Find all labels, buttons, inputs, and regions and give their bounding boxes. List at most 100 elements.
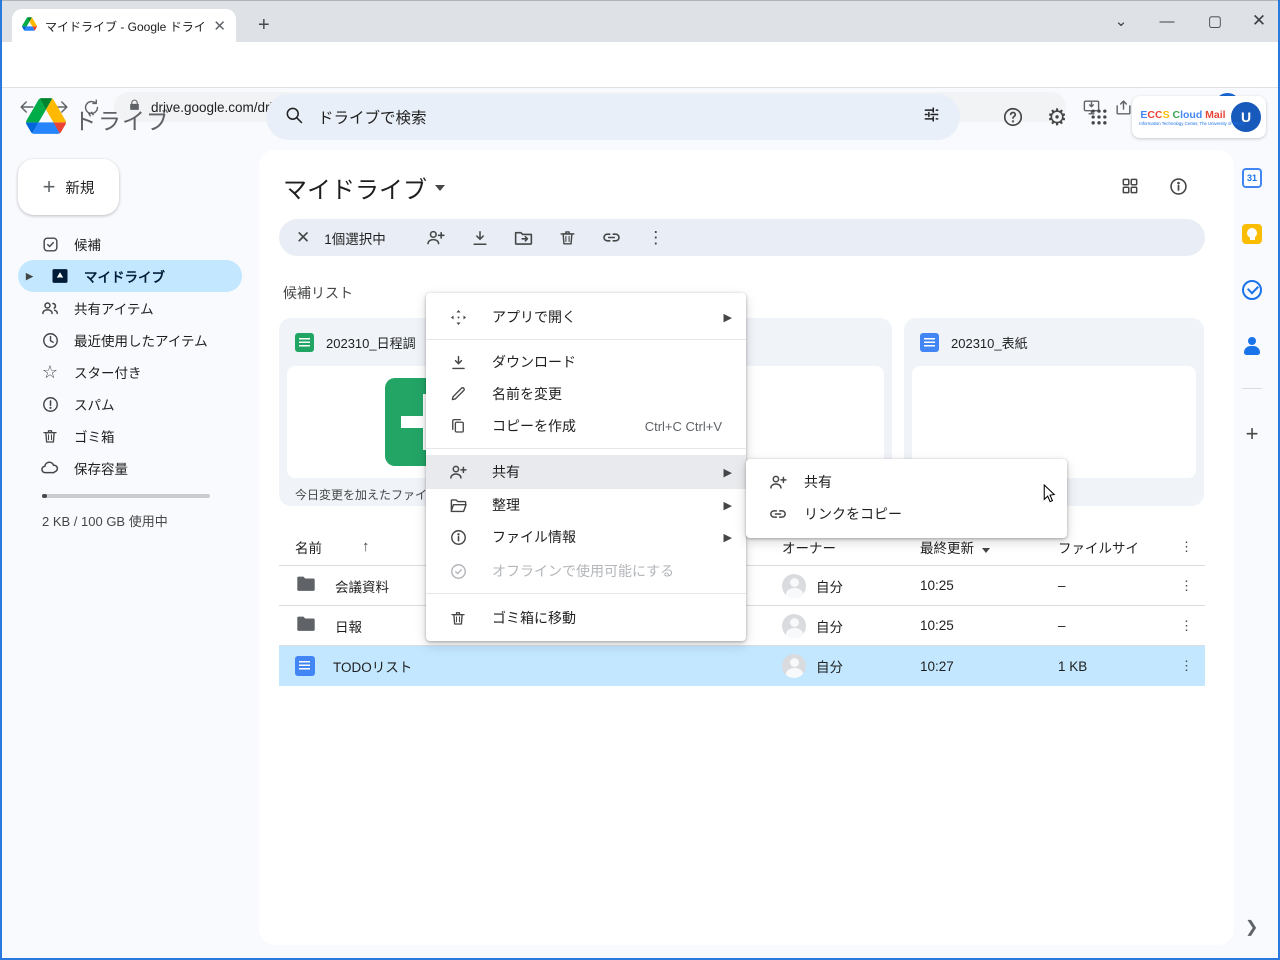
search-input[interactable]: ドライブで検索: [266, 94, 960, 140]
column-header-owner[interactable]: オーナー: [782, 537, 920, 557]
settings-gear-icon[interactable]: ⚙: [1044, 104, 1070, 130]
column-header-name[interactable]: 名前: [295, 537, 322, 557]
modified-time: 10:25: [920, 618, 1058, 633]
sidebar-item-trash[interactable]: ゴミ箱: [18, 420, 242, 452]
help-icon[interactable]: [1000, 104, 1026, 130]
menu-item-organize[interactable]: 整理 ▶: [426, 489, 746, 521]
link-icon[interactable]: [600, 226, 624, 250]
open-with-icon: [448, 308, 468, 327]
submenu-item-copy-link[interactable]: リンクをコピー: [746, 498, 1067, 530]
tab-close-icon[interactable]: ✕: [213, 17, 226, 35]
more-actions-icon[interactable]: ⋮: [644, 226, 668, 250]
suggested-heading: 候補リスト: [283, 283, 353, 303]
column-header-modified[interactable]: 最終更新: [920, 537, 1058, 557]
column-header-size[interactable]: ファイルサイ: [1058, 537, 1168, 557]
sidebar-item-storage[interactable]: 保存容量: [18, 452, 242, 484]
browser-window: マイドライブ - Google ドライブ ✕ + ⌄ — ▢ ✕ drive.g…: [0, 0, 1280, 960]
context-menu: アプリで開く ▶ ダウンロード 名前を変更 コピーを作成 Ctrl+C Ctrl…: [426, 293, 746, 641]
keep-icon[interactable]: [1240, 222, 1264, 246]
sort-descending-icon: [982, 548, 990, 553]
menu-item-rename[interactable]: 名前を変更: [426, 378, 746, 410]
trash-icon[interactable]: [556, 226, 580, 250]
browser-tab[interactable]: マイドライブ - Google ドライブ ✕: [12, 9, 236, 43]
submenu-item-share[interactable]: 共有: [746, 466, 1067, 498]
menu-item-file-info[interactable]: ファイル情報 ▶: [426, 521, 746, 553]
drive-logo-icon[interactable]: [26, 98, 66, 139]
people-icon: [40, 298, 60, 318]
mouse-cursor: [1042, 484, 1057, 509]
menu-item-download[interactable]: ダウンロード: [426, 346, 746, 378]
menu-item-make-copy[interactable]: コピーを作成 Ctrl+C Ctrl+V: [426, 410, 746, 442]
share-person-add-icon: [448, 462, 468, 482]
owner-name: 自分: [816, 576, 843, 596]
modified-time: 10:27: [920, 659, 1058, 674]
row-menu-icon[interactable]: ⋮: [1168, 578, 1205, 594]
sidebar-item-spam[interactable]: スパム: [18, 388, 242, 420]
search-options-icon[interactable]: [921, 104, 942, 130]
window-maximize-button[interactable]: ▢: [1192, 1, 1238, 41]
file-size: –: [1058, 578, 1168, 593]
sidebar-item-label: 共有アイテム: [74, 298, 154, 318]
sidebar-item-starred[interactable]: ☆ スター付き: [18, 356, 242, 388]
grid-view-toggle-icon[interactable]: [1118, 174, 1142, 198]
table-row-selected[interactable]: TODOリスト 自分 10:27 1 KB ⋮: [279, 646, 1205, 686]
file-name: TODOリスト: [333, 656, 412, 676]
add-panel-icon[interactable]: +: [1240, 422, 1264, 446]
menu-item-offline: オフラインで使用可能にする: [426, 555, 746, 587]
row-menu-icon[interactable]: ⋮: [1168, 658, 1205, 674]
window-minimize-button[interactable]: —: [1144, 1, 1190, 41]
move-to-folder-icon[interactable]: [512, 226, 536, 250]
menu-item-share[interactable]: 共有 ▶: [426, 455, 746, 489]
title-bar: マイドライブ - Google ドライブ ✕ + ⌄ — ▢ ✕: [2, 0, 1278, 42]
page-title[interactable]: マイドライブ: [283, 170, 445, 205]
account-avatar[interactable]: U: [1231, 102, 1261, 132]
share-person-add-icon: [768, 472, 788, 492]
window-close-button[interactable]: ✕: [1236, 1, 1280, 41]
plus-icon: +: [43, 174, 56, 200]
sidebar-item-my-drive[interactable]: ▶ マイドライブ: [18, 260, 242, 292]
modified-time: 10:25: [920, 578, 1058, 593]
selection-toolbar: ✕ 1個選択中 ⋮: [279, 219, 1205, 256]
sidebar-item-shared[interactable]: 共有アイテム: [18, 292, 242, 324]
sidebar-item-label: スター付き: [74, 362, 142, 382]
download-icon[interactable]: [468, 226, 492, 250]
sidebar-item-suggested[interactable]: 候補: [18, 228, 242, 260]
tasks-icon[interactable]: [1240, 278, 1264, 302]
submenu-arrow-icon: ▶: [724, 531, 732, 544]
owner-avatar: [782, 574, 806, 598]
sort-ascending-icon[interactable]: ↑: [362, 538, 370, 555]
share-person-add-icon[interactable]: [424, 226, 448, 250]
cloud-icon: [40, 458, 60, 478]
search-icon[interactable]: [284, 105, 304, 130]
check-square-icon: [40, 235, 60, 254]
new-tab-button[interactable]: +: [258, 15, 270, 35]
docs-icon: [920, 333, 939, 352]
hide-panel-chevron-icon[interactable]: ❯: [1245, 917, 1258, 937]
window-chevron-icon[interactable]: ⌄: [1098, 1, 1144, 41]
calendar-icon[interactable]: 31: [1240, 166, 1264, 190]
menu-item-open-with[interactable]: アプリで開く ▶: [426, 298, 746, 336]
offline-check-icon: [448, 562, 468, 581]
info-icon[interactable]: [1166, 174, 1190, 198]
pencil-icon: [448, 385, 468, 403]
expand-arrow-icon[interactable]: ▶: [26, 271, 36, 282]
sidebar-item-recent[interactable]: 最近使用したアイテム: [18, 324, 242, 356]
menu-divider: [426, 593, 746, 594]
drive-favicon-icon: [22, 17, 37, 36]
apps-grid-icon[interactable]: [1086, 104, 1112, 130]
owner-name: 自分: [816, 616, 843, 636]
sidebar-item-label: 保存容量: [74, 458, 128, 478]
info-icon: [448, 528, 468, 547]
folder-icon: [295, 613, 317, 638]
new-button[interactable]: + 新規: [18, 159, 119, 215]
storage-progress-bar: [42, 494, 210, 498]
contacts-icon[interactable]: [1240, 334, 1264, 358]
trash-icon: [448, 609, 468, 627]
clock-icon: [40, 331, 60, 350]
account-badge[interactable]: ECCS Cloud Mail Information Technology C…: [1132, 96, 1266, 138]
menu-item-move-to-trash[interactable]: ゴミ箱に移動: [426, 602, 746, 634]
row-menu-icon[interactable]: ⋮: [1168, 618, 1205, 634]
clear-selection-icon[interactable]: ✕: [296, 228, 310, 248]
column-header-menu-icon[interactable]: ⋮: [1168, 539, 1205, 555]
account-badge-subtitle: Information Technology Center, The Unive…: [1139, 121, 1226, 126]
